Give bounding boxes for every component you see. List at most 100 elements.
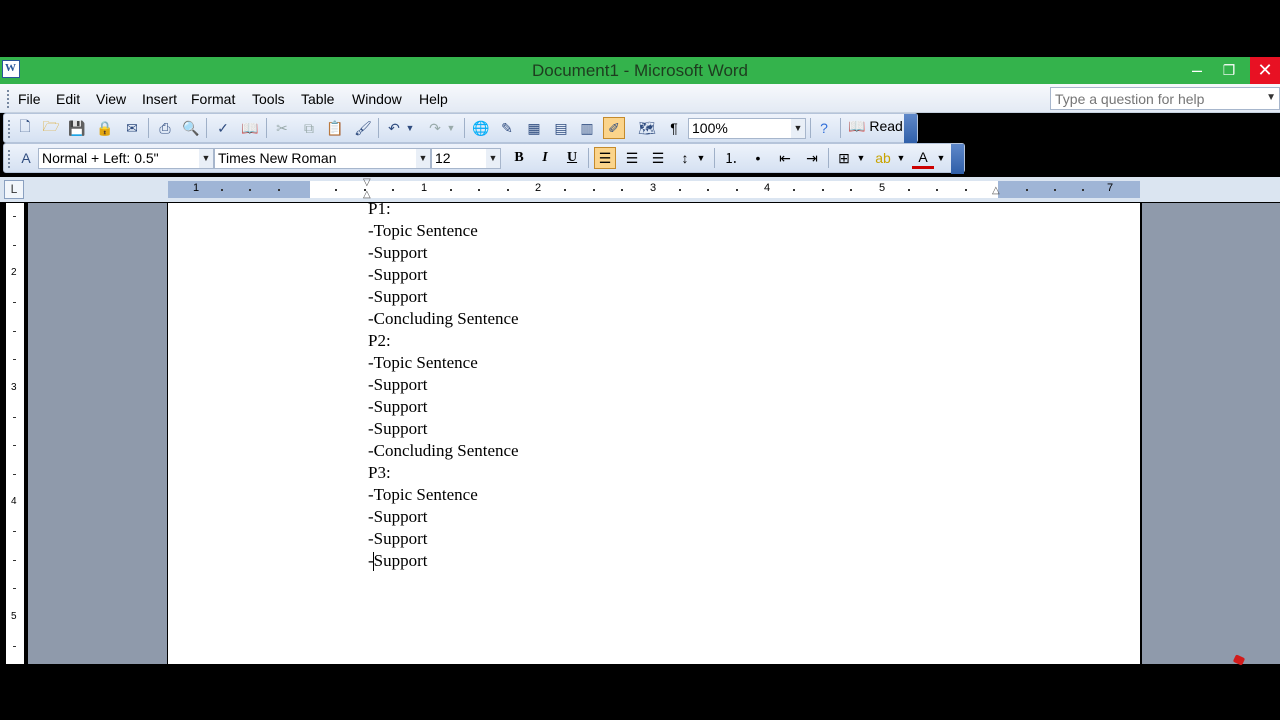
toolbar-grip[interactable] [7, 119, 11, 138]
document-line[interactable]: -Topic Sentence [368, 221, 478, 241]
menu-view[interactable]: View [96, 91, 126, 107]
zoom-combo[interactable]: 100% ▼ [688, 118, 806, 139]
print-preview-icon[interactable]: 🔍 [180, 117, 202, 139]
document-line[interactable]: -Support [368, 419, 428, 439]
document-page[interactable] [167, 203, 1142, 664]
document-line[interactable]: -Concluding Sentence [368, 309, 519, 329]
line-spacing-icon[interactable]: ↕ [674, 147, 696, 169]
document-line[interactable]: P1: [368, 199, 391, 219]
menu-table[interactable]: Table [301, 91, 334, 107]
menu-grip[interactable] [6, 89, 10, 108]
menu-window[interactable]: Window [352, 91, 402, 107]
document-line[interactable]: -Support [368, 551, 428, 571]
copy-icon[interactable]: ⧉ [298, 117, 320, 139]
font-size-combo[interactable]: 12 ▼ [431, 148, 501, 169]
drawing-icon[interactable]: ✐ [603, 117, 625, 139]
align-right-icon[interactable]: ☰ [647, 147, 669, 169]
document-line[interactable]: -Support [368, 529, 428, 549]
close-button[interactable]: ✕ [1250, 57, 1280, 84]
read-button[interactable]: 📖 Read [848, 118, 903, 135]
ruler-tick [593, 189, 595, 191]
bullets-icon[interactable]: • [747, 147, 769, 169]
show-hide-icon[interactable]: ¶ [663, 117, 685, 139]
vertical-ruler-number: 3 [11, 382, 17, 393]
vertical-ruler-tick [13, 646, 16, 647]
help-question-input[interactable] [1051, 88, 1256, 109]
highlight-dropdown-icon[interactable]: ▼ [895, 147, 907, 169]
undo-dropdown-icon[interactable]: ▼ [404, 117, 416, 139]
insert-table-icon[interactable]: ▦ [523, 117, 545, 139]
permission-icon[interactable]: 🔒 [94, 117, 116, 139]
help-question-box[interactable]: ▼ [1050, 87, 1280, 110]
numbering-icon[interactable]: ⒈ [720, 147, 742, 169]
style-dropdown-icon[interactable]: ▼ [199, 149, 213, 168]
align-left-icon[interactable]: ☰ [594, 147, 616, 169]
align-center-icon[interactable]: ☰ [621, 147, 643, 169]
font-color-icon[interactable]: A [912, 147, 934, 169]
decrease-indent-icon[interactable]: ⇤ [774, 147, 796, 169]
first-line-indent-marker-icon[interactable]: ▽ [363, 177, 371, 188]
font-dropdown-icon[interactable]: ▼ [416, 149, 430, 168]
open-folder-icon[interactable]: 🗁 [40, 117, 62, 139]
menu-tools[interactable]: Tools [252, 91, 285, 107]
zoom-dropdown-icon[interactable]: ▼ [791, 119, 805, 138]
document-line[interactable]: -Concluding Sentence [368, 441, 519, 461]
vertical-ruler[interactable]: 2 3 4 5 [6, 203, 24, 664]
document-line[interactable]: P2: [368, 331, 391, 351]
document-map-icon[interactable]: 🗺 [636, 117, 658, 139]
undo-icon[interactable]: ↶ [383, 117, 405, 139]
document-line[interactable]: -Support [368, 265, 428, 285]
toolbar-options-icon[interactable] [951, 144, 964, 174]
menu-insert[interactable]: Insert [142, 91, 177, 107]
cut-icon[interactable]: ✂ [271, 117, 293, 139]
help-icon[interactable]: ? [813, 117, 835, 139]
spelling-icon[interactable]: ✓ [212, 117, 234, 139]
redo-dropdown-icon[interactable]: ▼ [445, 117, 457, 139]
format-painter-icon[interactable]: 🖌 [352, 117, 374, 139]
save-icon[interactable]: 💾 [66, 117, 88, 139]
borders-icon[interactable]: ⊞ [833, 147, 855, 169]
highlight-icon[interactable]: ab [872, 147, 894, 169]
columns-icon[interactable]: ▥ [576, 117, 598, 139]
restore-button[interactable]: ❐ [1214, 57, 1244, 84]
font-combo[interactable]: Times New Roman ▼ [214, 148, 431, 169]
help-dropdown-arrow-icon[interactable]: ▼ [1266, 92, 1276, 103]
tables-borders-icon[interactable]: ✎ [496, 117, 518, 139]
menu-edit[interactable]: Edit [56, 91, 80, 107]
document-line[interactable]: -Support [368, 375, 428, 395]
new-document-icon[interactable]: 🗋 [14, 117, 36, 139]
line-spacing-dropdown-icon[interactable]: ▼ [695, 147, 707, 169]
menu-format[interactable]: Format [191, 91, 235, 107]
toolbar-options-icon[interactable] [904, 114, 917, 144]
redo-icon[interactable]: ↷ [424, 117, 446, 139]
hyperlink-icon[interactable]: 🌐 [470, 117, 492, 139]
email-icon[interactable]: ✉ [121, 117, 143, 139]
vertical-ruler-number: 5 [11, 611, 17, 622]
print-icon[interactable]: ⎙ [154, 117, 176, 139]
document-line[interactable]: P3: [368, 463, 391, 483]
document-line[interactable]: -Support [368, 507, 428, 527]
borders-dropdown-icon[interactable]: ▼ [855, 147, 867, 169]
insert-excel-icon[interactable]: ▤ [550, 117, 572, 139]
menu-help[interactable]: Help [419, 91, 448, 107]
paste-icon[interactable]: 📋 [324, 117, 346, 139]
font-color-dropdown-icon[interactable]: ▼ [935, 147, 947, 169]
right-indent-marker-icon[interactable]: △ [992, 185, 1000, 196]
minimize-button[interactable]: – [1182, 57, 1212, 84]
underline-button[interactable]: U [561, 147, 583, 169]
document-line[interactable]: -Topic Sentence [368, 485, 478, 505]
toolbar-grip[interactable] [7, 149, 11, 168]
bold-button[interactable]: B [508, 147, 530, 169]
research-icon[interactable]: 📖 [239, 117, 261, 139]
styles-formatting-icon[interactable]: A [15, 147, 37, 169]
document-line[interactable]: -Topic Sentence [368, 353, 478, 373]
document-line[interactable]: -Support [368, 287, 428, 307]
style-combo[interactable]: Normal + Left: 0.5" ▼ [38, 148, 214, 169]
document-line[interactable]: -Support [368, 243, 428, 263]
tab-selector[interactable]: L [4, 180, 24, 199]
increase-indent-icon[interactable]: ⇥ [801, 147, 823, 169]
document-line[interactable]: -Support [368, 397, 428, 417]
italic-button[interactable]: I [534, 147, 556, 169]
menu-file[interactable]: File [18, 91, 41, 107]
font-size-dropdown-icon[interactable]: ▼ [486, 149, 500, 168]
